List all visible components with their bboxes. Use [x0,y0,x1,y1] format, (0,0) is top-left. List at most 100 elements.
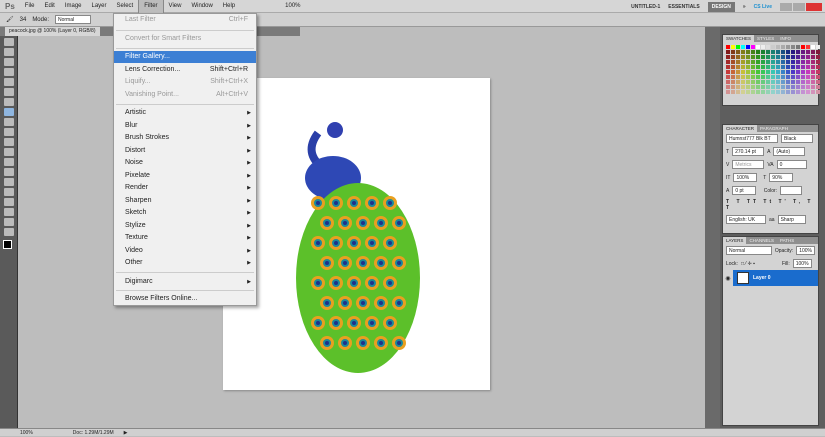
swatch[interactable] [786,80,790,84]
swatch[interactable] [781,70,785,74]
swatch[interactable] [811,60,815,64]
antialias-select[interactable]: Sharp [777,215,806,224]
dodge-tool-icon[interactable] [4,168,14,176]
swatch[interactable] [791,80,795,84]
swatch[interactable] [766,90,770,94]
swatch[interactable] [726,70,730,74]
swatch[interactable] [781,80,785,84]
swatch[interactable] [726,65,730,69]
swatch[interactable] [816,75,820,79]
swatch[interactable] [811,45,815,49]
swatch[interactable] [801,45,805,49]
swatch[interactable] [791,55,795,59]
swatch[interactable] [736,75,740,79]
tab-info[interactable]: INFO [777,35,794,42]
swatch[interactable] [771,80,775,84]
language-select[interactable]: English: UK [726,215,766,224]
swatch[interactable] [776,45,780,49]
swatch[interactable] [741,50,745,54]
swatch[interactable] [771,85,775,89]
swatch[interactable] [816,90,820,94]
swatch[interactable] [736,85,740,89]
swatch[interactable] [726,75,730,79]
tab-styles[interactable]: STYLES [754,35,777,42]
swatch[interactable] [801,60,805,64]
swatch[interactable] [791,70,795,74]
swatch[interactable] [751,75,755,79]
swatch[interactable] [791,50,795,54]
swatch[interactable] [726,90,730,94]
swatch[interactable] [756,45,760,49]
swatch[interactable] [731,50,735,54]
swatch[interactable] [746,80,750,84]
swatch[interactable] [746,85,750,89]
swatch[interactable] [781,65,785,69]
swatch[interactable] [751,65,755,69]
swatch[interactable] [776,65,780,69]
swatch[interactable] [796,85,800,89]
swatch[interactable] [781,50,785,54]
swatch[interactable] [816,80,820,84]
horizontal-scale-field[interactable]: 90% [769,173,794,182]
swatch[interactable] [731,60,735,64]
leading-field[interactable]: (Auto) [773,147,806,156]
swatch[interactable] [791,45,795,49]
layer-row[interactable]: Layer 0 [733,270,818,286]
swatch[interactable] [751,50,755,54]
swatch[interactable] [746,90,750,94]
healing-tool-icon[interactable] [4,98,14,106]
swatch[interactable] [776,75,780,79]
swatch[interactable] [731,70,735,74]
restore-button[interactable] [793,2,805,11]
swatch[interactable] [736,45,740,49]
swatch[interactable] [786,75,790,79]
fill-field[interactable]: 100% [792,259,812,268]
swatch[interactable] [791,90,795,94]
swatch[interactable] [786,65,790,69]
swatch[interactable] [796,65,800,69]
lasso-tool-icon[interactable] [4,58,14,66]
swatch[interactable] [761,55,765,59]
menu-item-filter-gallery[interactable]: Filter Gallery... [114,51,256,63]
swatch[interactable] [766,45,770,49]
menu-item-other[interactable]: Other ▶ [114,257,256,269]
swatch[interactable] [801,90,805,94]
lock-icons[interactable]: □ ⁄ ✛ ▪ [741,261,779,267]
tab-layers[interactable]: LAYERS [723,237,747,244]
swatch[interactable] [761,75,765,79]
swatch[interactable] [766,80,770,84]
swatch[interactable] [766,65,770,69]
opacity-field[interactable]: 100% [796,246,815,255]
swatch[interactable] [736,50,740,54]
swatch[interactable] [761,45,765,49]
swatch[interactable] [806,65,810,69]
swatch[interactable] [796,60,800,64]
swatch[interactable] [736,60,740,64]
tab-swatches[interactable]: SWATCHES [723,35,755,42]
close-button[interactable] [806,2,822,11]
stamp-tool-icon[interactable] [4,118,14,126]
swatch[interactable] [741,65,745,69]
swatch[interactable] [771,90,775,94]
swatch[interactable] [731,45,735,49]
swatch[interactable] [726,60,730,64]
marquee-tool-icon[interactable] [4,48,14,56]
swatch[interactable] [796,55,800,59]
mode-select[interactable]: Normal [55,15,91,24]
menu-item-last-filter[interactable]: Last Filter Ctrl+F [114,14,256,26]
swatch[interactable] [816,70,820,74]
swatch[interactable] [726,45,730,49]
swatch[interactable] [776,85,780,89]
menu-item-brush-strokes[interactable]: Brush Strokes ▶ [114,132,256,144]
move-tool-icon[interactable] [4,38,14,46]
swatch[interactable] [756,80,760,84]
cslive-button[interactable]: CS Live [754,4,772,10]
swatch[interactable] [796,50,800,54]
swatch[interactable] [811,80,815,84]
swatch[interactable] [756,75,760,79]
swatch[interactable] [781,75,785,79]
swatch[interactable] [816,55,820,59]
hand-tool-icon[interactable] [4,218,14,226]
swatch[interactable] [726,50,730,54]
swatch[interactable] [781,45,785,49]
